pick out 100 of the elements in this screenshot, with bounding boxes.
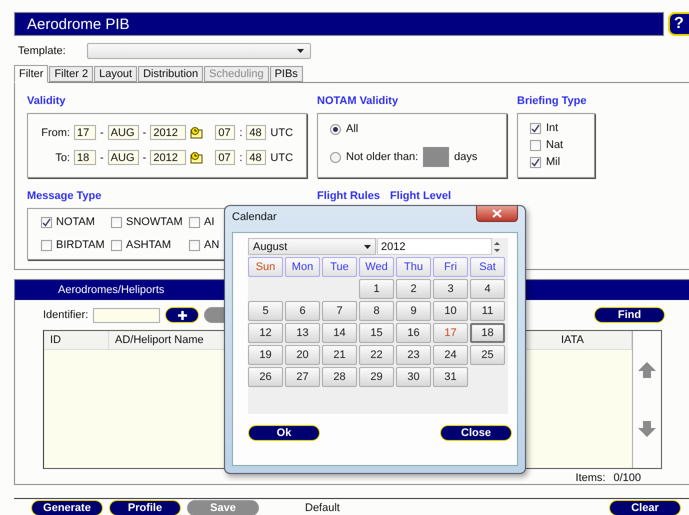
day-field[interactable]: 18 [74,150,96,166]
timezone-label: UTC [270,126,294,139]
day-field[interactable]: 17 [74,125,96,140]
checkbox[interactable] [41,216,52,228]
year-field[interactable]: 2012 [150,150,186,166]
day-button[interactable]: 31 [433,367,468,387]
option-label: Not older than: [346,151,418,164]
calendar-icon[interactable] [190,126,204,139]
items-count: 0/100 [613,472,641,484]
checkbox[interactable] [111,216,122,228]
day-button[interactable]: 4 [470,279,505,299]
day-button[interactable]: 28 [322,367,357,387]
day-button[interactable]: 14 [322,323,357,343]
hour-field[interactable]: 07 [215,125,236,140]
option-label: SNOWTAM [126,216,183,228]
month-field[interactable]: AUG [108,150,139,166]
footer-button[interactable]: Generate [31,500,103,515]
group-title: Flight Level [390,190,452,203]
day-button[interactable]: 7 [322,301,357,321]
day-button[interactable]: 20 [285,345,320,365]
day-button[interactable]: 24 [433,345,468,365]
day-button[interactable]: 30 [396,367,431,387]
year-field[interactable]: 2012 [377,238,492,255]
close-button[interactable] [476,206,518,222]
template-dropdown[interactable] [87,42,311,59]
day-button[interactable]: 26 [248,367,283,387]
day-button[interactable]: 18 [470,323,505,343]
separator: - [100,126,104,139]
day-button[interactable]: 16 [396,323,431,343]
identifier-field[interactable] [93,308,160,322]
checkbox[interactable] [530,156,541,168]
weekday-header: Fri [433,257,468,277]
window-title: Aerodrome PIB [14,12,664,36]
checkbox[interactable] [530,140,541,151]
checkbox[interactable] [41,240,52,251]
group-title: Briefing Type [517,94,588,108]
weekday-header: Tue [322,257,357,277]
checkbox[interactable] [189,216,200,228]
day-button[interactable]: 5 [248,301,283,321]
day-button[interactable]: 6 [285,301,320,321]
group-title: Flight Rules [317,190,380,203]
day-button[interactable]: 10 [433,301,468,321]
tab[interactable]: Filter 2 [49,66,94,82]
tab[interactable]: PIBs [270,66,303,82]
minute-field[interactable]: 48 [246,125,266,140]
separator: - [142,126,146,139]
day-button[interactable]: 8 [359,301,394,321]
day-button[interactable]: 13 [285,323,320,343]
day-button[interactable]: 9 [396,301,431,321]
close-button[interactable]: Close [440,425,512,441]
weekday-header: Mon [285,257,320,277]
option-label: AI [204,216,214,228]
option-label: Nat [546,139,564,152]
hour-field[interactable]: 07 [215,150,236,166]
day-button[interactable]: 27 [285,367,320,387]
ok-button[interactable]: Ok [248,425,320,441]
option-label: ASHTAM [126,239,172,252]
checkbox[interactable] [189,240,200,251]
checkbox[interactable] [530,122,541,134]
checkbox[interactable] [111,240,122,251]
option-label: AN [204,239,220,252]
group-title: Validity [27,94,67,108]
add-button[interactable] [165,307,200,323]
date-label: From: [40,126,70,139]
minute-field[interactable]: 48 [246,150,266,166]
day-button[interactable]: 1 [359,279,394,299]
weekday-header: Sat [470,257,505,277]
dialog-title: Calendar [232,211,277,223]
day-button[interactable]: 15 [359,323,394,343]
day-button[interactable]: 19 [248,345,283,365]
year-field[interactable]: 2012 [150,125,186,140]
footer-button[interactable]: Profile [109,500,181,515]
radio-button[interactable] [330,152,341,163]
calendar-icon[interactable] [190,152,204,164]
arrow-down-icon[interactable] [638,420,656,437]
day-button[interactable]: 17 [433,323,468,343]
identifier-label: Identifier: [43,309,88,321]
clear-button[interactable]: Clear [609,500,681,515]
day-button[interactable]: 23 [396,345,431,365]
month-dropdown[interactable]: August [248,238,376,255]
day-button[interactable]: 22 [359,345,394,365]
day-button[interactable]: 21 [322,345,357,365]
date-label: To: [54,152,70,164]
day-button[interactable]: 11 [470,301,505,321]
weekday-header: Wed [359,257,394,277]
days-field[interactable] [423,147,450,168]
help-button[interactable]: ? [668,12,689,36]
radio-button[interactable] [330,124,341,135]
tab[interactable]: Filter [14,64,48,83]
plus-icon [176,310,188,320]
day-button[interactable]: 12 [248,323,283,343]
month-field[interactable]: AUG [108,125,139,140]
arrow-up-icon[interactable] [638,362,656,378]
day-button[interactable]: 2 [396,279,431,299]
tab[interactable]: Layout [94,66,138,82]
day-button[interactable]: 29 [359,367,394,387]
day-button[interactable]: 25 [470,345,505,365]
day-button[interactable]: 3 [433,279,468,299]
tab[interactable]: Distribution [138,66,204,82]
find-button[interactable]: Find [594,307,665,323]
